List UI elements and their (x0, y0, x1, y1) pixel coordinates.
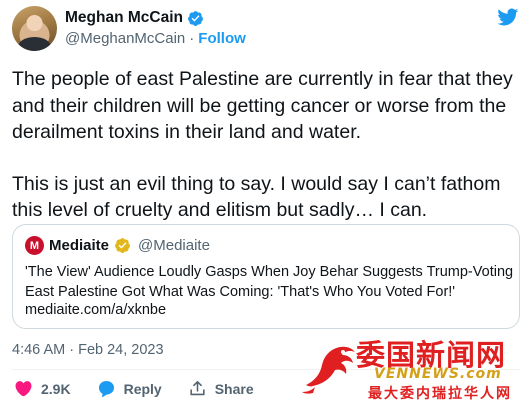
quoted-tweet-link[interactable]: mediaite.com/a/xknbe (25, 302, 166, 318)
author-handle[interactable]: @MeghanMcCain (65, 30, 185, 47)
gold-verified-badge-icon (115, 238, 130, 253)
quoted-tweet-text: 'The View' Audience Loudly Gasps When Jo… (25, 264, 514, 300)
site-watermark: 委国新闻网 VENNEWS.com 最大委内瑞拉华人网 (296, 328, 530, 404)
like-button[interactable]: 2.9K (14, 379, 71, 398)
share-label: Share (214, 380, 254, 397)
author-handle-row: @MeghanMcCain · Follow (65, 30, 246, 47)
verified-badge-icon (188, 10, 203, 26)
tweet-paragraph: The people of east Palestine are current… (12, 68, 513, 143)
follow-button[interactable]: Follow (198, 30, 246, 47)
share-button[interactable]: Share (188, 379, 254, 398)
tweet-timestamp[interactable]: 4:46 AM · Feb 24, 2023 (12, 342, 164, 358)
tweet-card: Meghan McCain @MeghanMcCain · Follow The… (0, 0, 530, 404)
mediaite-avatar: M (25, 236, 44, 255)
watermark-english-domain: VENNEWS.com (374, 366, 502, 382)
twitter-logo-icon[interactable] (495, 6, 520, 28)
tweet-text: The people of east Palestine are current… (12, 66, 528, 224)
share-upload-icon (190, 380, 205, 396)
like-count: 2.9K (41, 380, 71, 397)
author-name[interactable]: Meghan McCain (65, 9, 183, 27)
heart-icon (15, 381, 32, 397)
quoted-author-handle: @Mediaite (138, 237, 210, 254)
tweet-paragraph: This is just an evil thing to say. I wou… (12, 172, 501, 222)
quoted-author-name: Mediaite (49, 237, 110, 254)
avatar[interactable] (12, 6, 57, 51)
watermark-slogan: 最大委内瑞拉华人网 (368, 385, 512, 401)
reply-button[interactable]: Reply (97, 379, 162, 398)
separator-dot: · (189, 30, 195, 47)
tweet-actions: 2.9K Reply Share (14, 379, 280, 398)
quoted-tweet-header: M Mediaite @Mediaite (25, 236, 210, 255)
author-name-row: Meghan McCain (65, 9, 204, 27)
quoted-tweet[interactable]: M Mediaite @Mediaite 'The View' Audience… (12, 224, 520, 329)
reply-bubble-icon (98, 380, 114, 398)
reply-label: Reply (123, 380, 162, 397)
